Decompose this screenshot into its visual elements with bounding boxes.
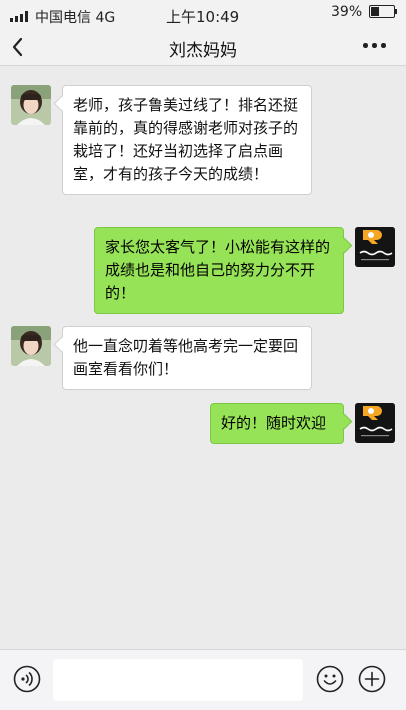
chat-title: 刘杰妈妈	[169, 41, 237, 61]
message-bubble-outgoing[interactable]: 好的！随时欢迎	[210, 403, 344, 444]
battery-icon	[369, 5, 397, 18]
input-bar	[0, 649, 406, 710]
message-text: 他一直念叨着等他高考完一定要回画室看看你们！	[73, 337, 299, 378]
message-bubble-outgoing[interactable]: 家长您太客气了！小松能有这样的成绩也是和他自己的努力分不开的！	[94, 227, 344, 314]
message-bubble-incoming[interactable]: 他一直念叨着等他高考完一定要回画室看看你们！	[62, 326, 312, 390]
message-input[interactable]	[53, 659, 303, 701]
clock: 上午10:49	[166, 8, 240, 26]
battery-percent: 39%	[331, 4, 363, 20]
my-avatar[interactable]	[355, 403, 395, 443]
nav-bar: 刘杰妈妈	[0, 30, 406, 66]
message-text: 家长您太客气了！小松能有这样的成绩也是和他自己的努力分不开的！	[105, 238, 331, 302]
my-avatar[interactable]	[355, 227, 395, 267]
signal-icon	[10, 11, 32, 22]
plus-icon[interactable]	[358, 665, 386, 693]
status-bar: 中国电信 4G 上午10:49 39%	[0, 0, 406, 30]
message-text: 好的！随时欢迎	[221, 414, 327, 432]
contact-avatar[interactable]	[11, 85, 51, 125]
message-text: 老师，孩子鲁美过线了！排名还挺靠前的，真的得感谢老师对孩子的栽培了！还好当初选择…	[73, 96, 299, 183]
emoji-icon[interactable]	[316, 665, 344, 693]
more-dots-icon[interactable]	[362, 41, 388, 49]
message-bubble-incoming[interactable]: 老师，孩子鲁美过线了！排名还挺靠前的，真的得感谢老师对孩子的栽培了！还好当初选择…	[62, 85, 312, 195]
carrier-label: 中国电信 4G	[35, 10, 116, 26]
message-list[interactable]: 老师，孩子鲁美过线了！排名还挺靠前的，真的得感谢老师对孩子的栽培了！还好当初选择…	[0, 66, 406, 648]
voice-icon[interactable]	[13, 665, 41, 693]
contact-avatar[interactable]	[11, 326, 51, 366]
